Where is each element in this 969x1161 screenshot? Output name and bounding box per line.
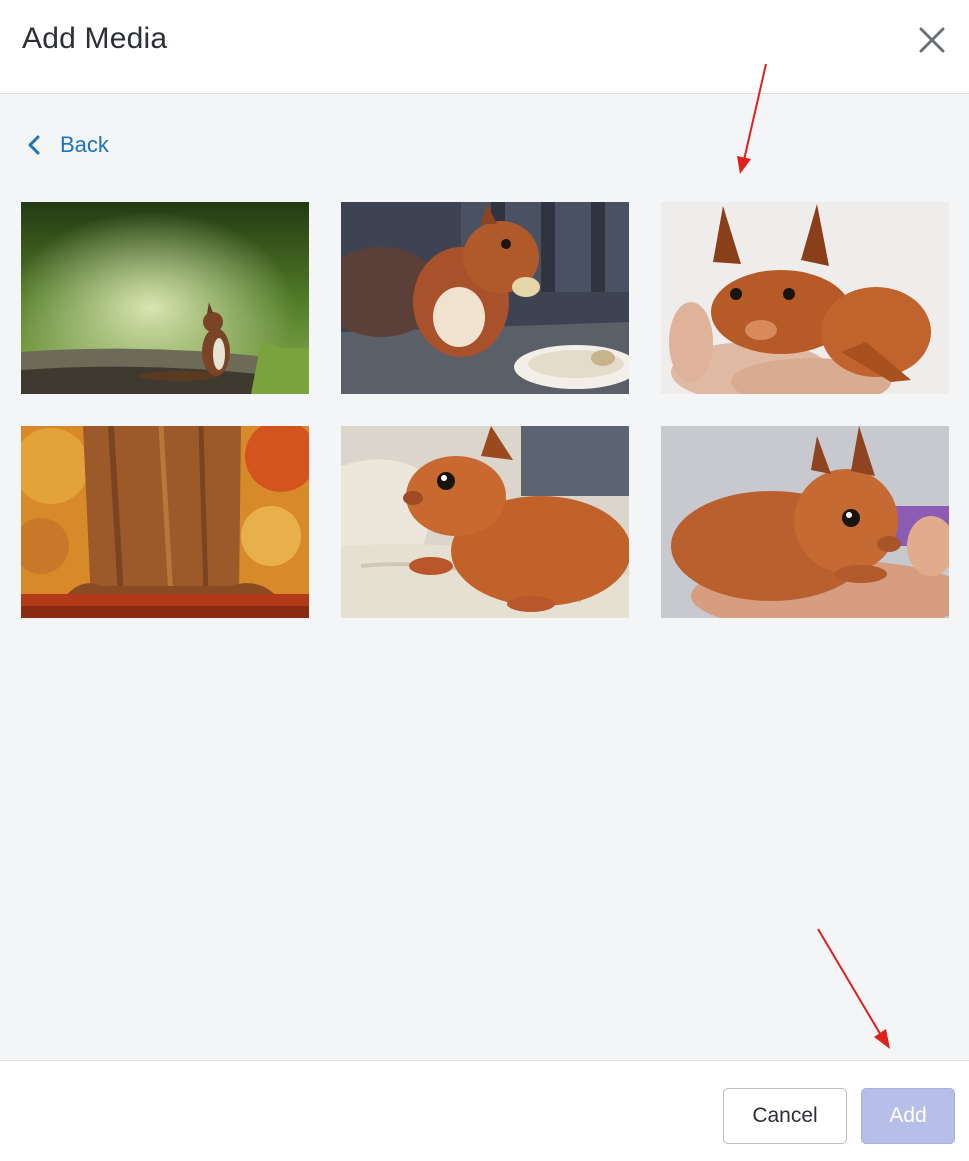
chevron-left-icon <box>28 135 40 155</box>
close-button[interactable] <box>912 20 952 60</box>
cancel-button[interactable]: Cancel <box>723 1088 847 1144</box>
young-squirrel-on-blanket-image <box>341 426 629 618</box>
media-thumbnail-2[interactable] <box>341 202 629 394</box>
young-squirrel-on-hand-image <box>661 426 949 618</box>
media-thumbnail-6[interactable] <box>661 426 949 618</box>
media-thumbnail-3[interactable] <box>661 202 949 394</box>
close-icon <box>919 27 945 53</box>
media-thumbnail-4[interactable] <box>21 426 309 618</box>
media-thumbnail-1[interactable] <box>21 202 309 394</box>
add-media-dialog: Add Media Back Cancel Add <box>0 0 969 1161</box>
squirrel-eating-peanut-image <box>341 202 629 394</box>
media-thumbnail-5[interactable] <box>341 426 629 618</box>
dialog-header: Add Media <box>0 0 969 94</box>
back-link[interactable]: Back <box>26 130 109 160</box>
autumn-tree-trunk-image <box>21 426 309 618</box>
add-button[interactable]: Add <box>861 1088 955 1144</box>
dialog-title: Add Media <box>22 22 168 55</box>
media-browser: Back <box>0 94 969 1060</box>
young-squirrel-in-hand-image <box>661 202 949 394</box>
squirrel-forest-path-image <box>21 202 309 394</box>
back-label: Back <box>60 132 109 157</box>
dialog-footer: Cancel Add <box>0 1060 969 1161</box>
